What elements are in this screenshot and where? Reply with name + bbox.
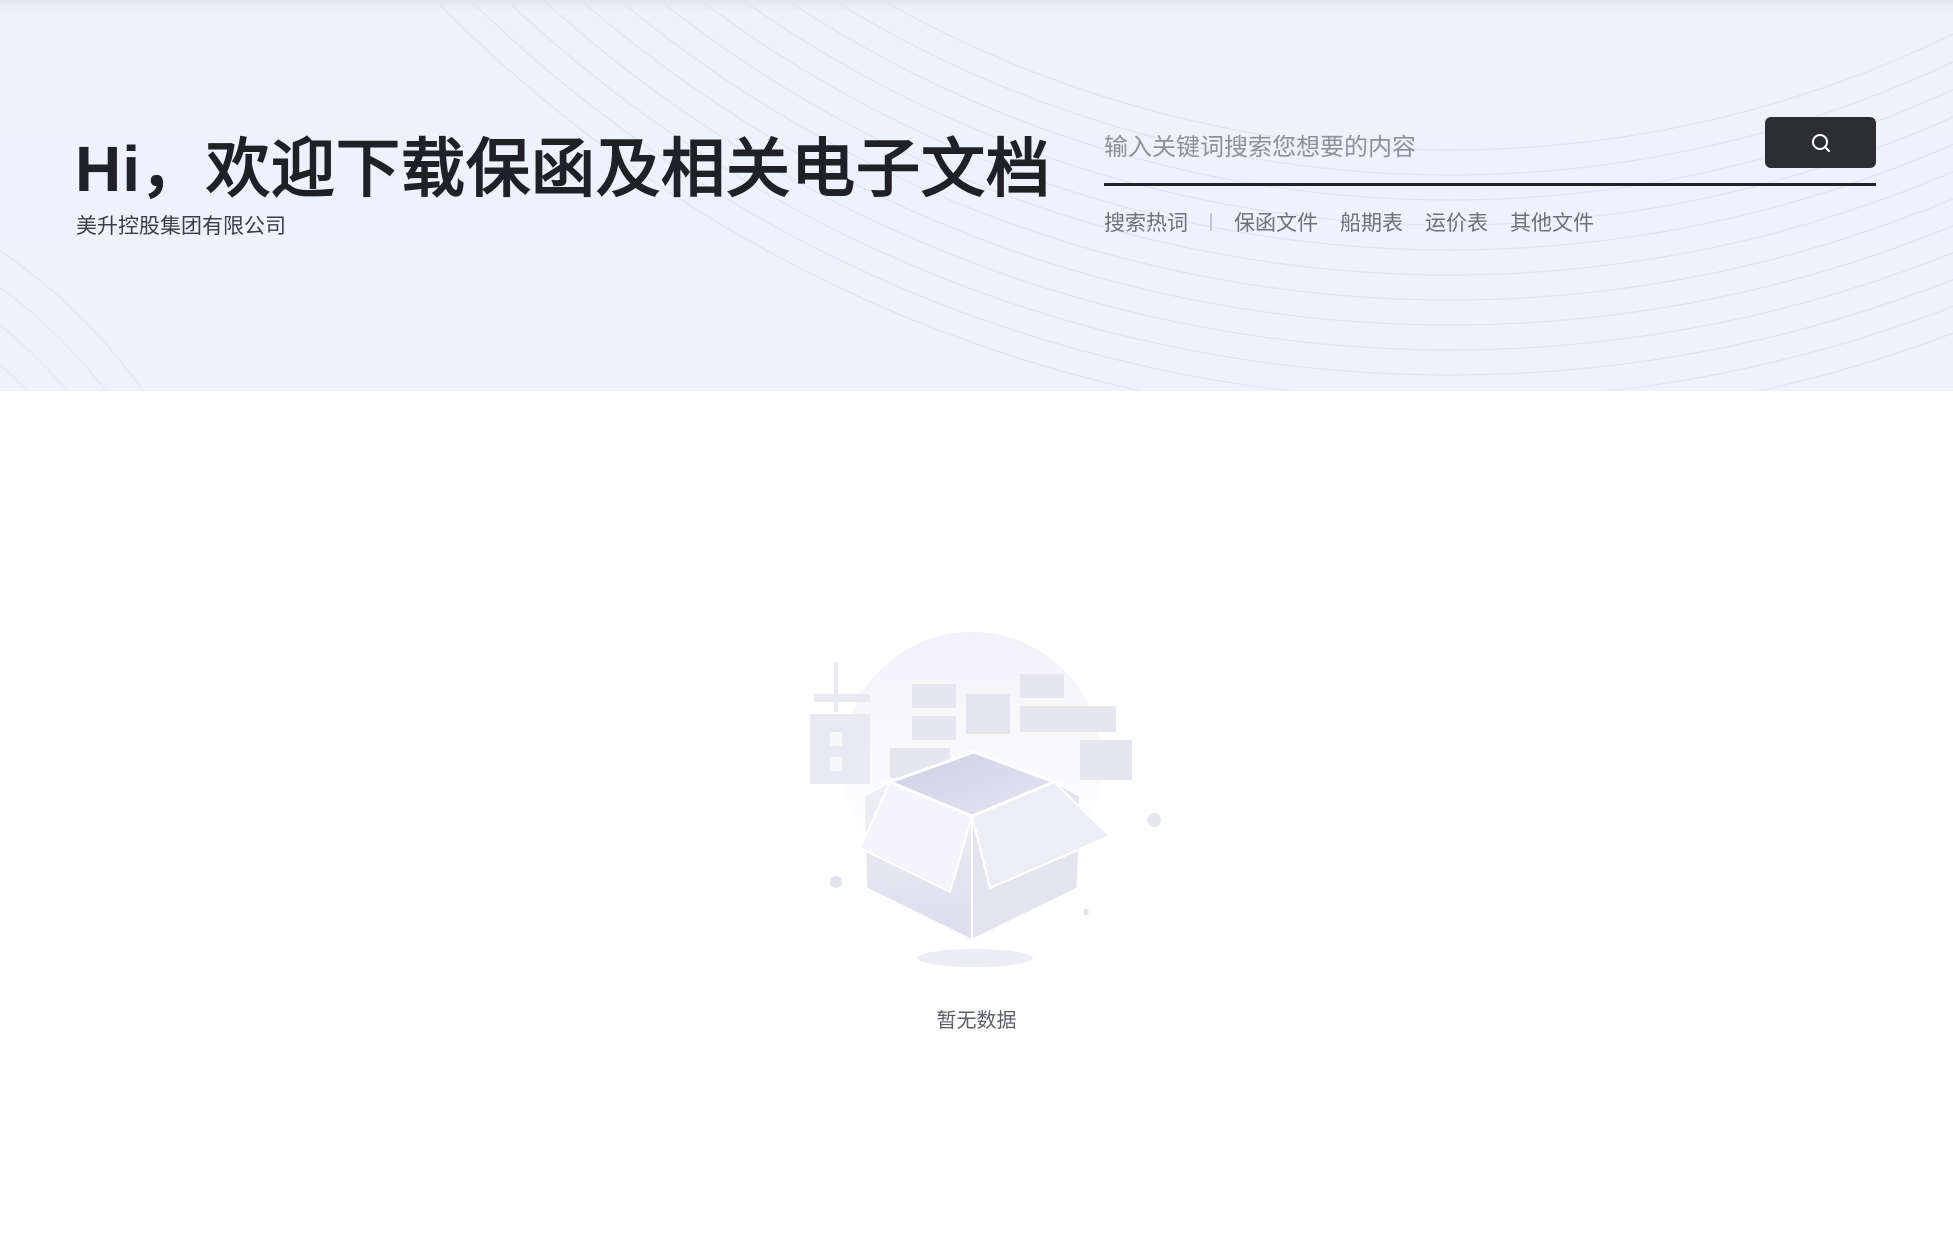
hot-search-link[interactable]: 其他文件 xyxy=(1510,207,1594,237)
hot-search-row: 搜索热词 保函文件 船期表 运价表 其他文件 xyxy=(1104,207,1616,237)
search-button[interactable] xyxy=(1765,117,1876,168)
hot-search-link[interactable]: 船期表 xyxy=(1340,207,1403,237)
search-bar xyxy=(1104,114,1876,186)
hot-search-link[interactable]: 运价表 xyxy=(1425,207,1488,237)
empty-box-icon xyxy=(810,632,1161,967)
search-input[interactable] xyxy=(1104,122,1744,174)
header-banner: Hi，欢迎下载保函及相关电子文档 美升控股集团有限公司 搜索热词 保函文件 船期… xyxy=(0,0,1953,391)
page-title: Hi，欢迎下载保函及相关电子文档 xyxy=(75,133,1051,205)
search-icon xyxy=(1811,133,1830,152)
hot-search-label: 搜索热词 xyxy=(1104,212,1188,235)
hot-search-link[interactable]: 保函文件 xyxy=(1234,207,1318,237)
empty-state-text: 暂无数据 xyxy=(936,1010,1017,1032)
company-name: 美升控股集团有限公司 xyxy=(76,215,286,238)
divider xyxy=(1210,213,1212,231)
